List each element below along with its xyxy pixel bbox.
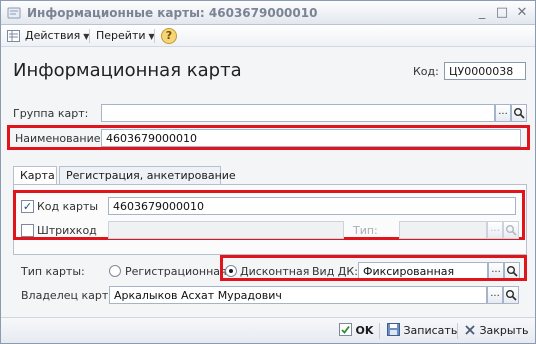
owner-search-button[interactable] [503,286,519,304]
owner-label: Владелец карты: [21,289,121,302]
tab-panel-card [13,184,527,255]
help-icon[interactable]: ? [161,28,177,44]
search-icon [505,224,517,236]
dk-type-select-button[interactable]: ... [488,262,504,280]
tab-card[interactable]: Карта [13,166,57,185]
card-code-field[interactable]: 4603679000010 [108,197,516,215]
maximize-icon[interactable]: □ [495,6,509,20]
toolbar-divider [154,29,155,43]
goto-menu-button[interactable]: Перейти▼ [96,28,155,44]
save-button[interactable]: Записать [387,322,457,340]
discount-radio[interactable] [225,265,237,277]
group-select-button[interactable]: ... [495,104,511,122]
ok-button[interactable]: OK [339,322,373,340]
card-type-label: Тип карты: [21,265,85,278]
search-icon [505,289,517,301]
barcode-type-label: Тип: [353,224,378,237]
search-icon [506,265,518,277]
barcode-type-select-button[interactable]: ... [487,221,503,239]
dk-type-search-button[interactable] [504,262,520,280]
code-label: Код: [413,65,439,78]
form-window: Информационные карты: 4603679000010 _ □ … [0,0,536,344]
card-code-label: Код карты [37,200,98,213]
dk-type-label: Вид ДК: [312,265,358,278]
ok-check-icon [339,323,352,336]
title-bar: Информационные карты: 4603679000010 _ □ … [1,1,535,25]
toolbar: Действия▼ Перейти▼ ? [1,25,535,47]
save-disk-icon [387,323,400,336]
registration-option-label: Регистрационная [125,265,227,278]
owner-select-button[interactable]: ... [487,286,503,304]
discount-option-label: Дисконтная [240,265,309,278]
actions-menu-button[interactable]: Действия▼ [25,28,89,44]
footer-divider [457,323,458,339]
card-app-icon [7,6,21,20]
close-button[interactable]: Закрыть [464,322,529,340]
card-code-checkbox[interactable]: ✓ [21,200,34,213]
footer-divider [379,323,380,339]
registration-radio[interactable] [109,265,121,277]
dk-type-field[interactable]: Фиксированная [358,262,488,280]
window-title: Информационные карты: 4603679000010 [27,6,317,20]
code-field[interactable]: ЦУ0000038 [444,62,526,80]
group-search-button[interactable] [511,104,527,122]
page-title: Информационная карта [13,60,242,81]
name-field[interactable]: 4603679000010 [101,129,521,147]
footer-bar: OK Записать Закрыть [1,317,535,343]
actions-list-icon [7,30,20,42]
name-label: Наименование: [15,132,104,145]
group-label: Группа карт: [13,107,88,120]
barcode-checkbox[interactable] [21,224,34,237]
barcode-type-field[interactable] [399,221,487,239]
owner-field[interactable]: Аркалыков Асхат Мурадович [109,286,487,304]
close-window-icon[interactable]: ✕ [515,6,529,20]
toolbar-divider [89,29,90,43]
barcode-label: Штрихкод [37,224,97,237]
barcode-field[interactable] [108,221,344,239]
search-icon [513,107,525,119]
minimize-icon[interactable]: _ [475,6,489,20]
group-field[interactable] [101,104,495,122]
tab-registration[interactable]: Регистрация, анкетирование [59,166,221,185]
close-icon [464,324,476,336]
barcode-type-search-button[interactable] [503,221,519,239]
